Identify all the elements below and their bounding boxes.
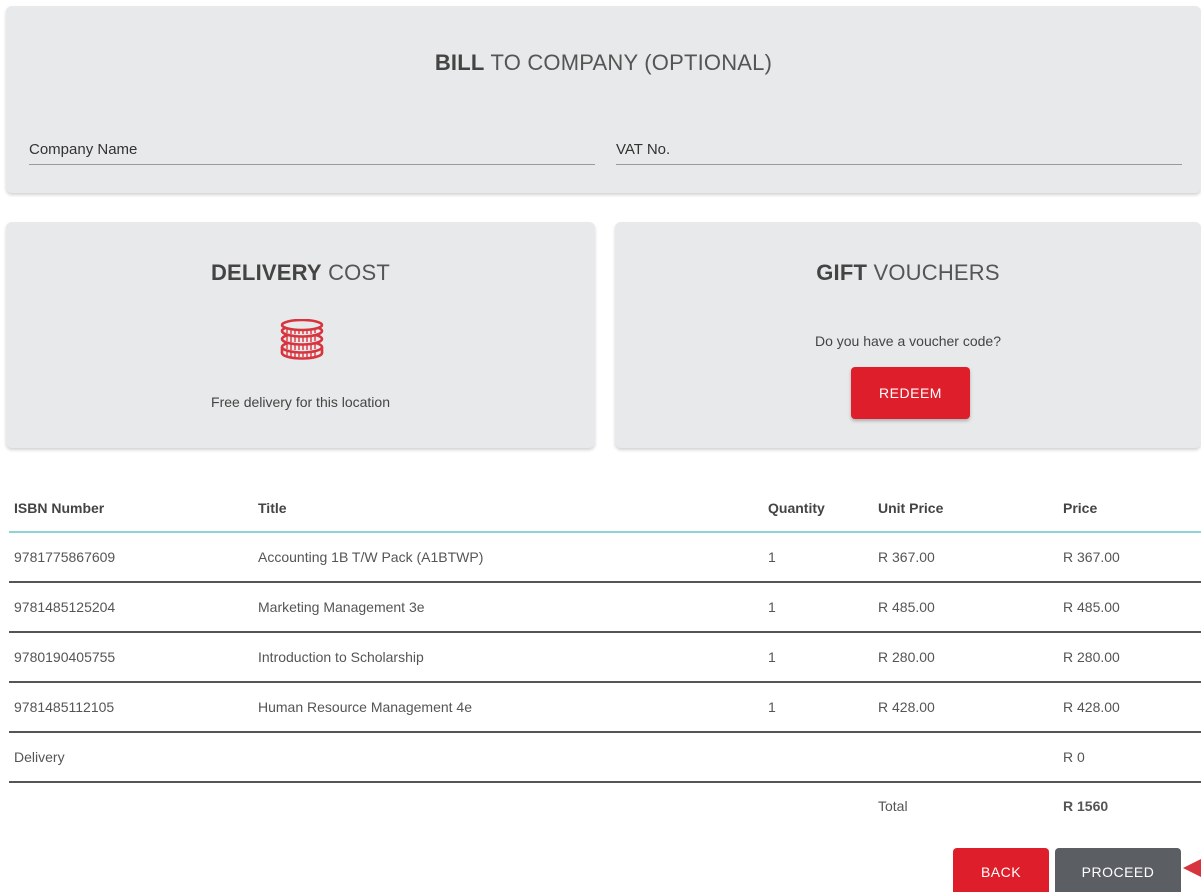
isbn-cell: 9781485125204 <box>9 582 253 633</box>
table-row: 9780190405755 Introduction to Scholarshi… <box>9 632 1201 683</box>
quantity-cell: 1 <box>763 582 873 633</box>
delivery-cost-title: DELIVERY COST <box>210 260 391 285</box>
unit-price-cell: R 280.00 <box>873 632 1058 683</box>
price-cell: R 485.00 <box>1058 582 1201 633</box>
company-name-field-wrapper <box>29 129 595 165</box>
table-header-row: ISBN Number Title Quantity Unit Price Pr… <box>9 484 1201 533</box>
total-value: R 1560 <box>1063 797 1109 814</box>
back-button[interactable]: BACK <box>953 848 1049 892</box>
delivery-cost-card: DELIVERY COST Free delivery for this loc… <box>6 222 595 448</box>
title-cell: Marketing Management 3e <box>253 582 763 633</box>
coins-icon <box>280 319 324 360</box>
unit-price-cell: R 367.00 <box>873 532 1058 583</box>
unit-price-cell: R 428.00 <box>873 682 1058 733</box>
bill-to-company-card: BILL TO COMPANY (OPTIONAL) <box>6 6 1201 193</box>
quantity-cell: 1 <box>763 682 873 733</box>
gift-vouchers-title: GIFT VOUCHERS <box>816 260 1000 285</box>
proceed-button[interactable]: PROCEED <box>1055 848 1181 892</box>
table-row: 9781485125204 Marketing Management 3e 1 … <box>9 582 1201 633</box>
gift-vouchers-card: GIFT VOUCHERS Do you have a voucher code… <box>615 222 1201 448</box>
total-label: Total <box>878 797 908 814</box>
isbn-cell: 9781775867609 <box>9 532 253 583</box>
vat-number-field-wrapper <box>616 129 1182 165</box>
title-cell: Human Resource Management 4e <box>253 682 763 733</box>
quantity-cell: 1 <box>763 632 873 683</box>
title-cell: Introduction to Scholarship <box>253 632 763 683</box>
price-cell: R 280.00 <box>1058 632 1201 683</box>
delivery-price: R 0 <box>1058 732 1201 783</box>
isbn-cell: 9780190405755 <box>9 632 253 683</box>
redeem-button[interactable]: REDEEM <box>851 367 970 419</box>
price-cell: R 367.00 <box>1058 532 1201 583</box>
vat-number-input[interactable] <box>616 129 1182 164</box>
header-unit-price: Unit Price <box>873 484 1058 533</box>
title-cell: Accounting 1B T/W Pack (A1BTWP) <box>253 532 763 583</box>
delivery-info-text: Free delivery for this location <box>211 394 390 410</box>
pointer-arrow-icon <box>1183 859 1201 877</box>
header-isbn: ISBN Number <box>9 484 253 533</box>
quantity-cell: 1 <box>763 532 873 583</box>
company-name-input[interactable] <box>29 129 595 164</box>
table-row: 9781775867609 Accounting 1B T/W Pack (A1… <box>9 532 1201 583</box>
delivery-label: Delivery <box>9 732 253 783</box>
bill-to-company-title: BILL TO COMPANY (OPTIONAL) <box>434 50 773 75</box>
total-row: Total R 1560 <box>9 782 1201 828</box>
unit-price-cell: R 485.00 <box>873 582 1058 633</box>
voucher-question-text: Do you have a voucher code? <box>814 333 1001 349</box>
header-title: Title <box>253 484 763 533</box>
delivery-row: Delivery R 0 <box>9 732 1201 783</box>
price-cell: R 428.00 <box>1058 682 1201 733</box>
order-items-table: ISBN Number Title Quantity Unit Price Pr… <box>9 484 1201 828</box>
isbn-cell: 9781485112105 <box>9 682 253 733</box>
header-quantity: Quantity <box>763 484 873 533</box>
table-row: 9781485112105 Human Resource Management … <box>9 682 1201 733</box>
header-price: Price <box>1058 484 1201 533</box>
